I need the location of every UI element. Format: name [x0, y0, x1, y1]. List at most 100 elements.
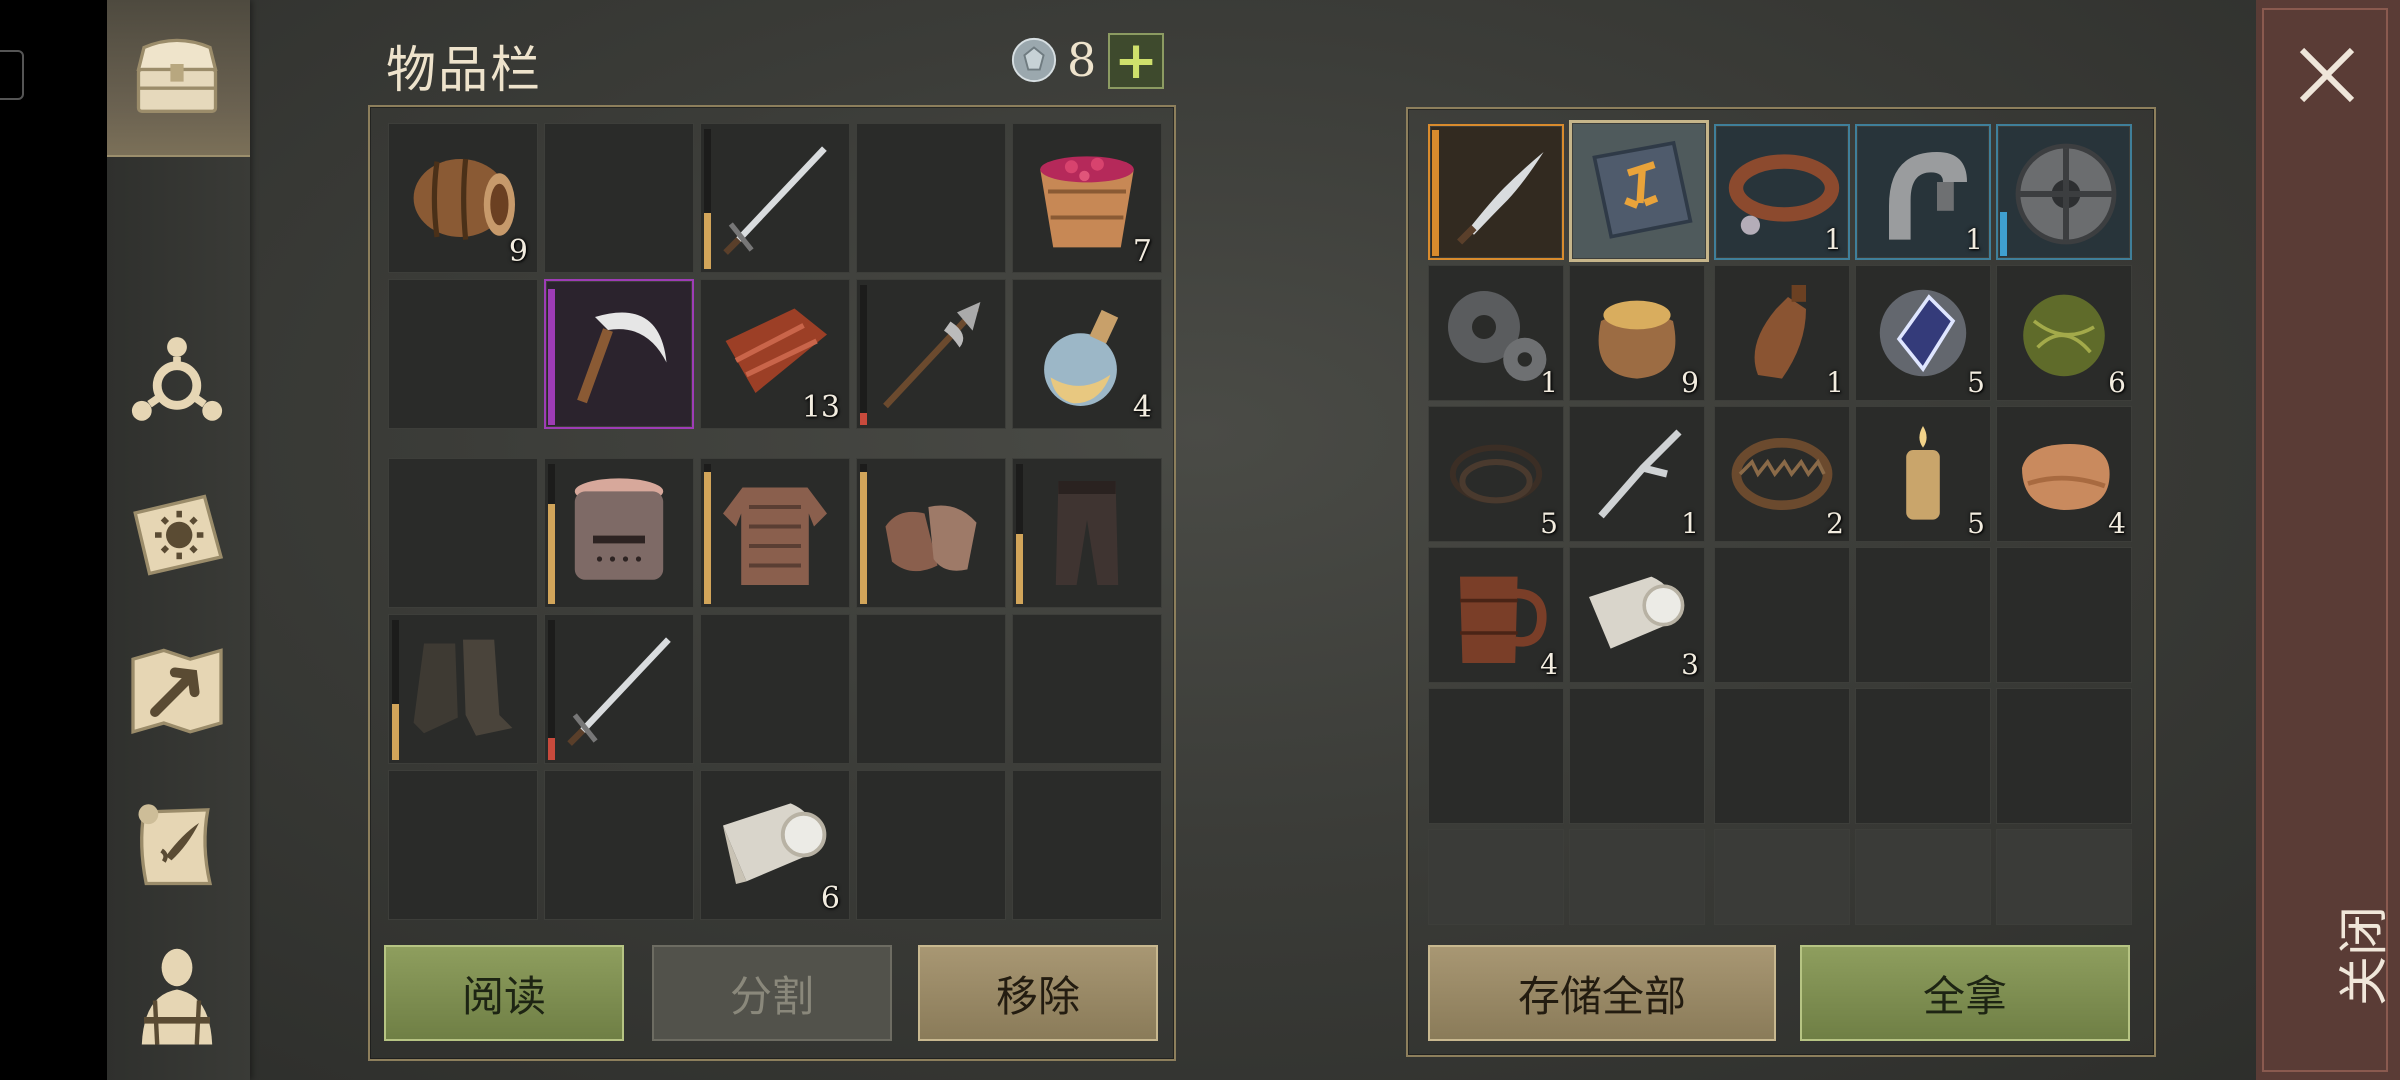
gears-icon — [1448, 291, 1547, 381]
screen-edge — [0, 0, 107, 1080]
remove-button[interactable]: 移除 — [918, 945, 1158, 1041]
journal-icon[interactable] — [117, 475, 237, 595]
container-slot[interactable]: 4 — [1428, 547, 1564, 683]
inventory-slot-selected[interactable] — [544, 279, 694, 429]
inventory-slot[interactable] — [544, 458, 694, 608]
crafting-icon[interactable] — [117, 320, 237, 440]
chainmail-icon — [723, 487, 827, 585]
inventory-slot[interactable] — [388, 614, 538, 764]
store-all-button[interactable]: 存储全部 — [1428, 945, 1776, 1041]
container-slot[interactable]: 5 — [1855, 406, 1991, 542]
container-slot[interactable]: 5 — [1855, 265, 1991, 401]
bear-trap-icon — [1731, 438, 1833, 510]
container-slot-empty[interactable] — [1996, 547, 2132, 683]
inventory-title: 物品栏 — [386, 41, 542, 99]
container-slot[interactable] — [1428, 124, 1564, 260]
inventory-slot-empty[interactable] — [856, 770, 1006, 920]
container-slot[interactable]: 1 — [1428, 265, 1564, 401]
container-slot-empty[interactable] — [1569, 829, 1705, 925]
container-slot-empty[interactable] — [1428, 688, 1564, 824]
halberd-icon — [883, 302, 981, 409]
container-slot[interactable]: 1 — [1855, 124, 1991, 260]
crystal-icon — [1879, 289, 1967, 377]
container-slot[interactable]: 1 — [1569, 406, 1705, 542]
container-slot[interactable]: 1 — [1714, 124, 1850, 260]
container-slot[interactable]: 5 — [1428, 406, 1564, 542]
inventory-slot[interactable]: 7 — [1012, 123, 1162, 273]
inventory-slot-empty[interactable] — [388, 458, 538, 608]
durability-bar — [548, 289, 555, 425]
container-slot-empty[interactable] — [1714, 547, 1850, 683]
container-slot-empty[interactable] — [1714, 688, 1850, 824]
boots-icon — [413, 639, 513, 736]
inventory-slot-empty[interactable] — [1012, 770, 1162, 920]
herbs-icon — [2023, 294, 2105, 377]
container-slot[interactable]: 3 — [1569, 547, 1705, 683]
container-slot[interactable]: 9 — [1569, 265, 1705, 401]
take-all-button[interactable]: 全拿 — [1800, 945, 2130, 1041]
container-slot[interactable]: 4 — [1996, 406, 2132, 542]
sword-icon — [567, 637, 671, 746]
grain-sack-icon — [1598, 300, 1676, 379]
mug-icon — [1460, 576, 1547, 663]
inventory-slot[interactable] — [856, 458, 1006, 608]
gloves-icon — [885, 505, 977, 572]
read-button[interactable]: 阅读 — [384, 945, 624, 1041]
inventory-slot[interactable] — [856, 279, 1006, 429]
container-slot[interactable] — [1996, 124, 2132, 260]
chest-icon[interactable] — [117, 15, 237, 135]
camera-notch — [0, 50, 24, 100]
leggings-icon — [1055, 481, 1119, 585]
helmet-icon — [574, 478, 664, 580]
inventory-slot[interactable] — [700, 458, 850, 608]
container-slot-highlighted[interactable] — [1569, 120, 1709, 262]
inventory-slot[interactable]: 13 — [700, 279, 850, 429]
container-slot-empty[interactable] — [1855, 547, 1991, 683]
close-label[interactable]: 关闭 — [2324, 896, 2396, 1016]
curved-dagger-icon — [1457, 152, 1544, 245]
inventory-slot-empty[interactable] — [700, 614, 850, 764]
gem-icon — [1011, 37, 1057, 83]
plus-icon: + — [1114, 31, 1158, 91]
book-icon — [1592, 140, 1693, 239]
split-button[interactable]: 分割 — [652, 945, 892, 1041]
inventory-slot-empty[interactable] — [1012, 614, 1162, 764]
sickle-icon — [577, 312, 667, 404]
container-slot-empty[interactable] — [1996, 688, 2132, 824]
inventory-slot[interactable]: 4 — [1012, 279, 1162, 429]
add-gems-button[interactable]: + — [1108, 33, 1164, 89]
container-slot[interactable]: 1 — [1714, 265, 1850, 401]
bandage-icon — [1589, 576, 1685, 649]
container-slot-empty[interactable] — [1996, 829, 2132, 925]
map-icon[interactable] — [117, 630, 237, 750]
inventory-slot-empty[interactable] — [856, 123, 1006, 273]
character-icon[interactable] — [117, 935, 237, 1055]
flask-icon — [1754, 285, 1806, 379]
inventory-slot-empty[interactable] — [856, 614, 1006, 764]
rope-icon — [1449, 444, 1543, 504]
inventory-slot-empty[interactable] — [388, 279, 538, 429]
container-slot-empty[interactable] — [1428, 829, 1564, 925]
inventory-slot[interactable] — [1012, 458, 1162, 608]
inventory-slot[interactable] — [700, 123, 850, 273]
container-slot-empty[interactable] — [1855, 688, 1991, 824]
sword-icon — [723, 146, 827, 255]
container-slot[interactable]: 6 — [1996, 265, 2132, 401]
gem-count: 8 — [1067, 33, 1097, 87]
container-slot[interactable]: 2 — [1714, 406, 1850, 542]
fork-icon — [1598, 429, 1682, 519]
inventory-slot-empty[interactable] — [544, 123, 694, 273]
leather-icon — [2022, 444, 2110, 510]
inventory-slot-empty[interactable] — [388, 770, 538, 920]
inventory-slot[interactable]: 9 — [388, 123, 538, 273]
container-slot-empty[interactable] — [1855, 829, 1991, 925]
candle-icon — [1906, 426, 1940, 520]
inventory-slot[interactable]: 6 — [700, 770, 850, 920]
inventory-slot-empty[interactable] — [544, 770, 694, 920]
shield-icon — [2015, 143, 2117, 245]
container-slot-empty[interactable] — [1569, 688, 1705, 824]
scroll-icon[interactable] — [117, 785, 237, 905]
container-slot-empty[interactable] — [1714, 829, 1850, 925]
close-icon[interactable] — [2290, 38, 2364, 112]
inventory-slot[interactable] — [544, 614, 694, 764]
